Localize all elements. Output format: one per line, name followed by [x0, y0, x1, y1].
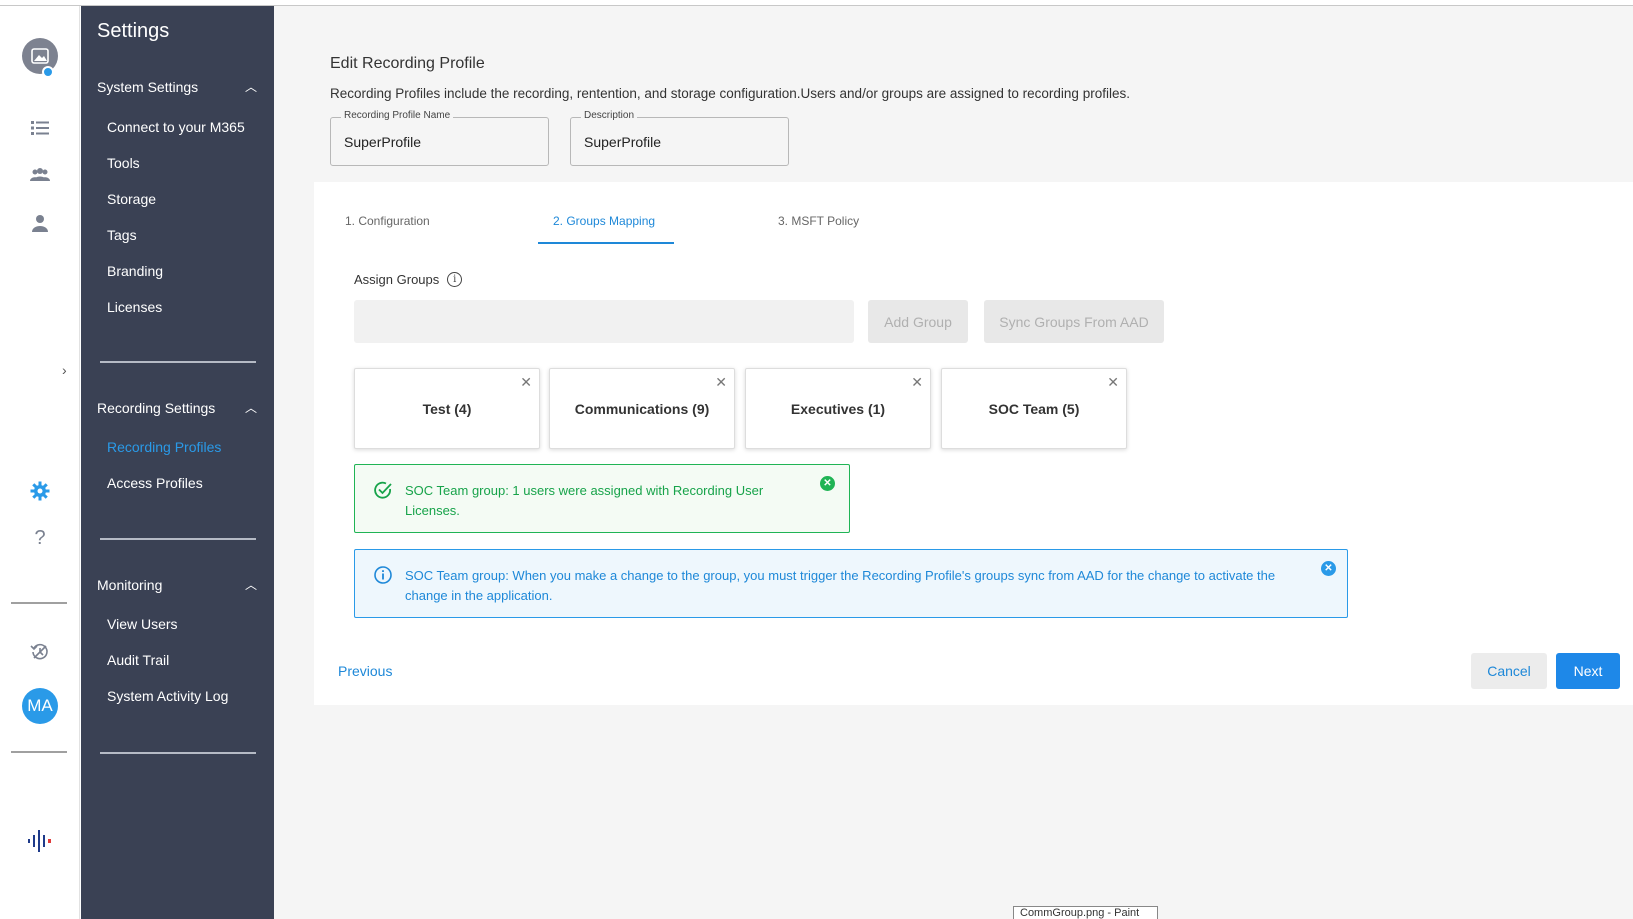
- sidebar-item-storage[interactable]: Storage: [107, 191, 156, 207]
- sidebar-item-tags[interactable]: Tags: [107, 227, 137, 243]
- collapse-rail-chevron-icon[interactable]: ›: [62, 362, 67, 378]
- section-label: Monitoring: [97, 576, 163, 593]
- assign-groups-input[interactable]: [354, 300, 854, 343]
- field-value: SuperProfile: [584, 134, 662, 150]
- group-card[interactable]: ✕ SOC Team (5): [941, 368, 1127, 449]
- rail-divider-2: [11, 751, 67, 753]
- settings-sidebar: Settings System Settings ︿ Connect to yo…: [81, 6, 274, 919]
- assign-groups-heading: Assign Groups i: [354, 272, 463, 287]
- sidebar-item-audit-trail[interactable]: Audit Trail: [107, 652, 169, 668]
- group-card[interactable]: ✕ Executives (1): [745, 368, 931, 449]
- previous-button[interactable]: Previous: [338, 663, 392, 679]
- field-label: Recording Profile Name: [341, 110, 454, 121]
- section-label: Recording Settings: [97, 399, 216, 416]
- icon-rail: ? MA: [0, 6, 80, 919]
- section-system-settings[interactable]: System Settings ︿: [97, 78, 257, 95]
- group-name: Communications (9): [574, 401, 710, 417]
- user-avatar-button[interactable]: MA: [0, 688, 80, 724]
- sidebar-item-tools[interactable]: Tools: [107, 155, 140, 171]
- description-field[interactable]: Description SuperProfile: [570, 110, 789, 166]
- tab-groups-mapping[interactable]: 2. Groups Mapping: [553, 214, 655, 228]
- section-recording-settings[interactable]: Recording Settings ︿: [97, 399, 257, 416]
- cancel-button[interactable]: Cancel: [1471, 653, 1547, 689]
- sidebar-item-access-profiles[interactable]: Access Profiles: [107, 475, 203, 491]
- check-circle-icon: [373, 480, 393, 505]
- section-label: System Settings: [97, 78, 199, 95]
- sidebar-item-connect-m365[interactable]: Connect to your M365: [107, 119, 245, 135]
- sidebar-divider: [100, 361, 256, 363]
- add-group-button[interactable]: Add Group: [868, 300, 968, 343]
- assign-groups-label: Assign Groups: [354, 272, 440, 287]
- info-alert-text: SOC Team group: When you make a change t…: [405, 568, 1276, 603]
- chevron-up-icon: ︿: [244, 401, 257, 415]
- settings-gear-icon[interactable]: [0, 481, 80, 501]
- image-avatar-icon: [22, 38, 58, 78]
- chevron-up-icon: ︿: [244, 80, 257, 94]
- close-alert-icon[interactable]: ✕: [820, 476, 835, 491]
- active-tab-indicator: [538, 242, 674, 244]
- success-alert: SOC Team group: 1 users were assigned wi…: [354, 464, 850, 533]
- section-monitoring[interactable]: Monitoring ︿: [97, 576, 257, 593]
- group-card[interactable]: ✕ Test (4): [354, 368, 540, 449]
- sync-groups-button[interactable]: Sync Groups From AAD: [984, 300, 1164, 343]
- app-logo-icon: [0, 826, 80, 856]
- info-circle-icon: [373, 565, 393, 590]
- user-icon[interactable]: [0, 214, 80, 232]
- group-name: Test (4): [422, 401, 472, 417]
- field-label: Description: [581, 110, 638, 121]
- profile-name-field[interactable]: Recording Profile Name SuperProfile: [330, 110, 549, 166]
- tab-configuration[interactable]: 1. Configuration: [345, 214, 430, 228]
- profile-image-button[interactable]: [0, 38, 80, 78]
- group-name: SOC Team (5): [988, 401, 1080, 417]
- close-alert-icon[interactable]: ✕: [1321, 561, 1336, 576]
- rail-divider: [11, 602, 67, 604]
- group-card[interactable]: ✕ Communications (9): [549, 368, 735, 449]
- tab-msft-policy[interactable]: 3. MSFT Policy: [778, 214, 859, 228]
- taskbar-tooltip: CommGroup.png - Paint: [1013, 906, 1158, 919]
- info-icon[interactable]: i: [447, 272, 463, 287]
- groups-icon[interactable]: [0, 168, 80, 182]
- next-button[interactable]: Next: [1556, 653, 1620, 689]
- sidebar-divider: [100, 752, 256, 754]
- group-name: Executives (1): [790, 401, 886, 417]
- sidebar-item-recording-profiles[interactable]: Recording Profiles: [107, 439, 221, 455]
- sidebar-divider: [100, 538, 256, 540]
- avatar: MA: [22, 688, 58, 724]
- info-alert: SOC Team group: When you make a change t…: [354, 549, 1348, 618]
- success-alert-text: SOC Team group: 1 users were assigned wi…: [405, 483, 764, 518]
- page-description: Recording Profiles include the recording…: [330, 86, 1130, 101]
- history-icon[interactable]: [0, 642, 80, 662]
- sidebar-item-branding[interactable]: Branding: [107, 263, 163, 279]
- help-icon[interactable]: ?: [0, 527, 80, 550]
- chevron-up-icon: ︿: [244, 578, 257, 592]
- sidebar-item-licenses[interactable]: Licenses: [107, 299, 162, 315]
- close-icon[interactable]: ✕: [520, 374, 532, 391]
- close-icon[interactable]: ✕: [1107, 374, 1119, 391]
- close-icon[interactable]: ✕: [911, 374, 923, 391]
- close-icon[interactable]: ✕: [715, 374, 727, 391]
- page-title: Edit Recording Profile: [330, 55, 485, 72]
- sidebar-item-view-users[interactable]: View Users: [107, 616, 178, 632]
- sidebar-title: Settings: [97, 20, 170, 42]
- sidebar-item-system-activity-log[interactable]: System Activity Log: [107, 688, 228, 704]
- status-dot-icon: [42, 66, 54, 78]
- field-value: SuperProfile: [344, 134, 422, 150]
- list-icon[interactable]: [0, 120, 80, 136]
